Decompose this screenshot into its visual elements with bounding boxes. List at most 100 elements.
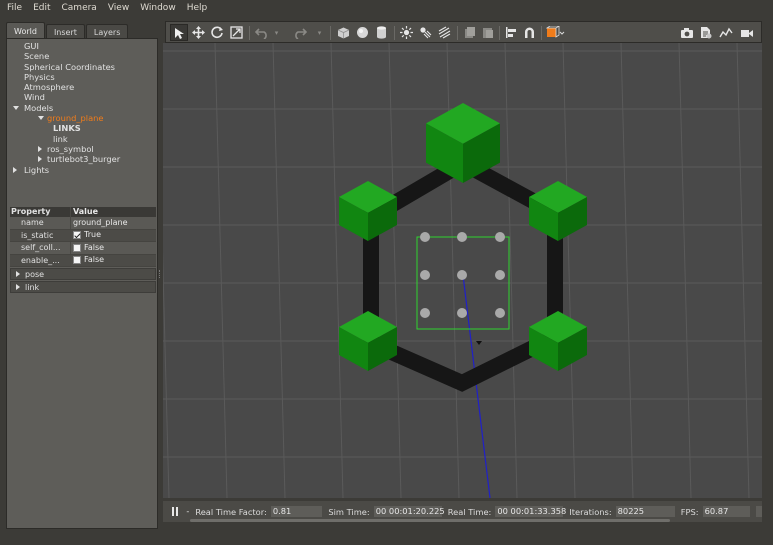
tree-item-spherical-coordinates[interactable]: Spherical Coordinates	[7, 62, 157, 72]
tree-item-label: Wind	[24, 92, 45, 103]
change-view-button[interactable]	[546, 25, 566, 40]
directional-light-button[interactable]	[437, 25, 452, 40]
reset-time-button[interactable]	[756, 506, 762, 517]
paste-button[interactable]	[480, 25, 495, 40]
tree-item-label: GUI	[24, 41, 39, 51]
tree-item-models[interactable]: Models	[7, 103, 157, 113]
lower-right-cube	[529, 311, 587, 371]
panel-splitter-handle[interactable]	[159, 270, 161, 278]
upper-left-cube	[339, 181, 397, 241]
property-row-is-static[interactable]: is_static True	[10, 229, 156, 242]
log-data-button[interactable]	[698, 25, 713, 40]
tree-item-gui[interactable]: GUI	[7, 41, 157, 51]
record-video-button[interactable]	[739, 25, 754, 40]
fps-label: FPS:	[680, 506, 699, 517]
3d-viewport[interactable]	[163, 43, 762, 498]
snap-button[interactable]	[522, 25, 537, 40]
property-group-pose[interactable]: pose	[10, 268, 156, 280]
tab-layers[interactable]: Layers	[85, 24, 129, 39]
property-name: enable_...	[10, 254, 71, 266]
undo-icon	[254, 27, 267, 39]
tree-item-physics[interactable]: Physics	[7, 72, 157, 82]
tab-world[interactable]: World	[6, 22, 45, 39]
property-name: is_static	[10, 229, 71, 241]
step-button[interactable]: -	[186, 507, 189, 516]
expand-arrow-icon[interactable]	[38, 145, 42, 152]
upper-right-cube	[529, 181, 587, 241]
cylinder-shape-button[interactable]	[374, 25, 389, 40]
tree-item-links[interactable]: LINKS	[7, 123, 157, 133]
toolbar-separator	[457, 26, 458, 40]
toolbar: ▾ ▾	[165, 21, 762, 43]
redo-history-button[interactable]: ▾	[315, 25, 324, 40]
tree-item-wind[interactable]: Wind	[7, 92, 157, 102]
expand-arrow-icon[interactable]	[13, 166, 17, 173]
tree-item-lights[interactable]: Lights	[7, 165, 157, 175]
tree-item-label: Scene	[24, 51, 50, 62]
status-bar-scrollbar[interactable]	[190, 519, 670, 522]
menu-file[interactable]: File	[7, 3, 22, 13]
rotate-mode-button[interactable]	[210, 25, 225, 40]
lower-left-cube	[339, 311, 397, 371]
toolbar-separator	[330, 26, 331, 40]
tree-item-ground-plane[interactable]: ground_plane	[7, 113, 157, 123]
undo-history-button[interactable]: ▾	[272, 25, 281, 40]
symbol-dot	[495, 232, 505, 242]
plot-button[interactable]	[718, 25, 733, 40]
tree-item-ros-symbol[interactable]: ros_symbol	[7, 144, 157, 154]
property-row-self-collide[interactable]: self_coll... False	[10, 242, 156, 255]
collapse-arrow-icon[interactable]	[13, 105, 19, 110]
menu-camera[interactable]: Camera	[62, 3, 97, 13]
align-button[interactable]	[504, 25, 519, 40]
menu-window[interactable]: Window	[140, 3, 176, 13]
grid-line	[388, 43, 402, 498]
menu-view[interactable]: View	[108, 3, 129, 13]
origin-marker	[476, 341, 482, 345]
sim-time-label: Sim Time:	[328, 506, 370, 517]
expand-arrow-icon[interactable]	[38, 156, 42, 163]
tree-item-atmosphere[interactable]: Atmosphere	[7, 82, 157, 92]
enable-wind-checkbox[interactable]	[73, 256, 81, 265]
grid-line	[562, 43, 576, 498]
spot-light-button[interactable]	[418, 25, 433, 40]
left-panel: World Insert Layers GUI Scene Spherical Co…	[6, 22, 158, 529]
tab-insert[interactable]: Insert	[45, 24, 85, 39]
expand-arrow-icon	[16, 271, 20, 277]
symbol-dots	[420, 232, 505, 318]
toolbar-separator	[499, 26, 500, 40]
property-row-enable-wind[interactable]: enable_... False	[10, 254, 156, 267]
property-value: False	[84, 242, 105, 252]
menu-edit[interactable]: Edit	[33, 3, 50, 13]
copy-button[interactable]	[462, 25, 477, 40]
paste-icon	[482, 28, 493, 38]
scale-mode-button[interactable]	[229, 25, 244, 40]
tree-item-label: turtlebot3_burger	[47, 154, 121, 165]
tree-item-label: Lights	[24, 164, 50, 175]
property-group-link[interactable]: link	[10, 281, 156, 293]
copy-icon	[464, 27, 475, 38]
translate-mode-button[interactable]	[191, 25, 206, 40]
collapse-arrow-icon[interactable]	[38, 116, 44, 121]
undo-button[interactable]	[254, 25, 269, 40]
grid-line	[620, 43, 634, 498]
tree-item-turtlebot3-burger[interactable]: turtlebot3_burger	[7, 154, 157, 164]
screenshot-button[interactable]	[679, 25, 694, 40]
tree-item-link[interactable]: link	[7, 134, 157, 144]
box-shape-button[interactable]	[336, 25, 351, 40]
select-mode-button[interactable]	[170, 24, 188, 41]
is-static-checkbox[interactable]	[73, 231, 81, 240]
value-column-header: Value	[73, 207, 99, 216]
menu-help[interactable]: Help	[187, 3, 208, 13]
sphere-shape-button[interactable]	[355, 25, 370, 40]
chevron-down-icon: ▾	[317, 28, 322, 37]
point-light-button[interactable]	[399, 25, 414, 40]
pause-button[interactable]	[169, 506, 180, 518]
magnet-icon	[525, 27, 534, 38]
self-collide-checkbox[interactable]	[73, 243, 81, 252]
property-value: True	[84, 230, 101, 239]
tree-item-scene[interactable]: Scene	[7, 51, 157, 61]
grid-line	[678, 43, 692, 498]
redo-button[interactable]	[292, 25, 307, 40]
tree-item-label: link	[53, 133, 68, 144]
property-row-name[interactable]: name ground_plane	[10, 217, 156, 230]
